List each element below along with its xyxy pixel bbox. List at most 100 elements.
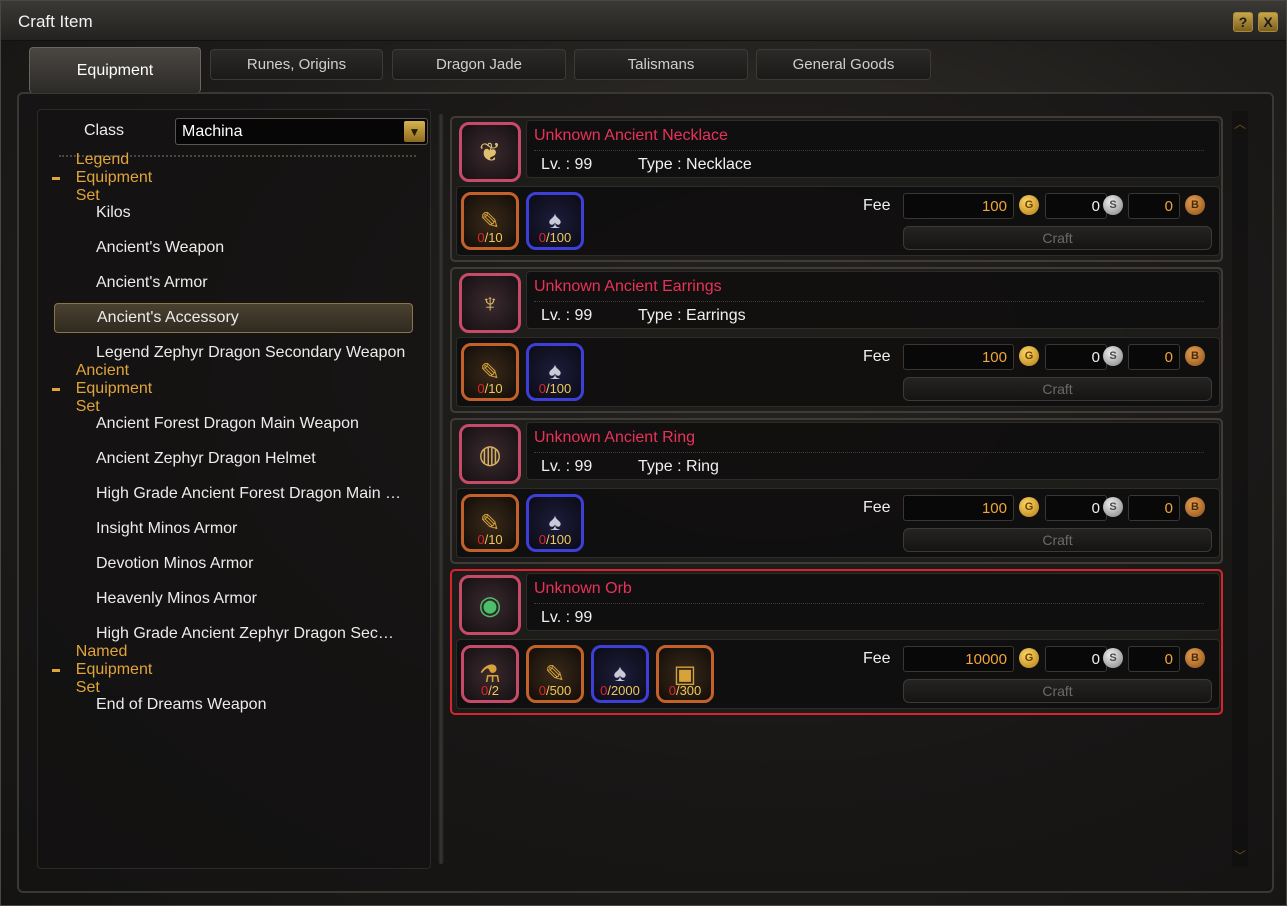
help-icon[interactable]: ? bbox=[1233, 12, 1253, 32]
scroll-down-icon[interactable]: ﹀ bbox=[1232, 847, 1248, 863]
bronze-fee-value: 0 bbox=[1128, 344, 1180, 370]
gold-coin-icon: G bbox=[1019, 648, 1039, 668]
recipe-info: Unknown Orb Lv. : 99 bbox=[526, 573, 1220, 631]
craft-button[interactable]: Craft bbox=[903, 226, 1212, 250]
tab-equipment[interactable]: Equipment bbox=[29, 47, 201, 93]
tree-item[interactable]: High Grade Ancient Forest Dragon Main … bbox=[54, 479, 413, 509]
tab-runes-origins[interactable]: Runes, Origins bbox=[210, 49, 383, 80]
tree-category-named[interactable]: Named Equipment Set bbox=[52, 643, 159, 696]
material-slot[interactable]: ♠ 0/100 bbox=[526, 494, 584, 552]
earrings-icon[interactable]: ♆ bbox=[459, 273, 521, 333]
silver-fee-value: 0 bbox=[1045, 495, 1107, 521]
bronze-coin-icon: B bbox=[1185, 497, 1205, 517]
recipe-materials: ✎ 0/10 ♠ 0/100 Fee 100 G 0 S 0 B Craft bbox=[456, 337, 1220, 407]
info-divider bbox=[534, 603, 1204, 604]
recipe-name: Unknown Ancient Earrings bbox=[534, 278, 722, 295]
tree-item[interactable]: Devotion Minos Armor bbox=[54, 549, 413, 579]
silver-coin-icon: S bbox=[1103, 648, 1123, 668]
silver-fee-value: 0 bbox=[1045, 344, 1107, 370]
material-slot[interactable]: ✎ 0/10 bbox=[461, 192, 519, 250]
tree-item-selected[interactable]: Ancient's Accessory bbox=[54, 303, 413, 333]
material-quantity: 0/2000 bbox=[600, 683, 640, 698]
recipe-name: Unknown Ancient Ring bbox=[534, 429, 695, 446]
bronze-coin-icon: B bbox=[1185, 648, 1205, 668]
bronze-fee-value: 0 bbox=[1128, 193, 1180, 219]
material-quantity: 0/100 bbox=[538, 381, 572, 396]
recipe-level: Lv. : 99 bbox=[541, 458, 593, 475]
material-quantity: 0/10 bbox=[477, 230, 503, 245]
craft-button[interactable]: Craft bbox=[903, 679, 1212, 703]
scroll-up-icon[interactable]: ︿ bbox=[1232, 115, 1248, 131]
info-divider bbox=[534, 150, 1204, 151]
material-slot[interactable]: ✎ 0/10 bbox=[461, 494, 519, 552]
recipe-info: Unknown Ancient Ring Lv. : 99 Type : Rin… bbox=[526, 422, 1220, 480]
recipe-scrollbar[interactable] bbox=[1232, 111, 1248, 867]
info-divider bbox=[534, 452, 1204, 453]
material-slot[interactable]: ♠ 0/100 bbox=[526, 192, 584, 250]
collapse-icon[interactable] bbox=[52, 387, 60, 391]
recipe-level: Lv. : 99 bbox=[541, 609, 593, 626]
gold-coin-icon: G bbox=[1019, 497, 1039, 517]
material-slot[interactable]: ⚗ 0/2 bbox=[461, 645, 519, 703]
tree-item[interactable]: Ancient Forest Dragon Main Weapon bbox=[54, 409, 413, 439]
ring-icon[interactable]: ◍ bbox=[459, 424, 521, 484]
craft-button[interactable]: Craft bbox=[903, 377, 1212, 401]
tree-category-legend[interactable]: Legend Equipment Set bbox=[52, 151, 159, 204]
pane-splitter[interactable] bbox=[438, 114, 444, 864]
tree-item[interactable]: Insight Minos Armor bbox=[54, 514, 413, 544]
tab-dragon-jade[interactable]: Dragon Jade bbox=[392, 49, 566, 80]
class-select[interactable]: Machina ▼ bbox=[175, 118, 428, 145]
class-label: Class bbox=[84, 122, 125, 139]
tree-item[interactable]: Ancient's Armor bbox=[54, 268, 413, 298]
recipe-type: Type : Earrings bbox=[638, 307, 746, 324]
material-quantity: 0/10 bbox=[477, 532, 503, 547]
close-icon[interactable]: X bbox=[1258, 12, 1278, 32]
orb-icon[interactable]: ◉ bbox=[459, 575, 521, 635]
recipe-level: Lv. : 99 bbox=[541, 156, 593, 173]
bronze-coin-icon: B bbox=[1185, 195, 1205, 215]
material-quantity: 0/2 bbox=[480, 683, 500, 698]
recipe-type: Type : Ring bbox=[638, 458, 719, 475]
recipe-card[interactable]: ❦ Unknown Ancient Necklace Lv. : 99 Type… bbox=[450, 116, 1223, 262]
collapse-icon[interactable] bbox=[52, 176, 60, 180]
recipe-card[interactable]: ◉ Unknown Orb Lv. : 99 ⚗ 0/2 ✎ 0/500 ♠ 0… bbox=[450, 569, 1223, 715]
tree-item[interactable]: Ancient Zephyr Dragon Helmet bbox=[54, 444, 413, 474]
fee-label: Fee bbox=[863, 499, 891, 516]
bronze-coin-icon: B bbox=[1185, 346, 1205, 366]
material-quantity: 0/10 bbox=[477, 381, 503, 396]
recipe-name: Unknown Ancient Necklace bbox=[534, 127, 728, 144]
info-divider bbox=[534, 301, 1204, 302]
gold-coin-icon: G bbox=[1019, 195, 1039, 215]
material-slot[interactable]: ♠ 0/100 bbox=[526, 343, 584, 401]
tree-category-ancient[interactable]: Ancient Equipment Set bbox=[52, 362, 160, 415]
tab-general-goods[interactable]: General Goods bbox=[756, 49, 931, 80]
recipe-materials: ⚗ 0/2 ✎ 0/500 ♠ 0/2000 ▣ 0/300 Fee 10000… bbox=[456, 639, 1220, 709]
gold-fee-value: 100 bbox=[903, 344, 1014, 370]
class-select-value: Machina bbox=[182, 123, 243, 140]
material-slot[interactable]: ▣ 0/300 bbox=[656, 645, 714, 703]
bronze-fee-value: 0 bbox=[1128, 646, 1180, 672]
material-slot[interactable]: ✎ 0/10 bbox=[461, 343, 519, 401]
tab-talismans[interactable]: Talismans bbox=[574, 49, 748, 80]
gold-fee-value: 100 bbox=[903, 193, 1014, 219]
recipe-type: Type : Necklace bbox=[638, 156, 752, 173]
craft-button[interactable]: Craft bbox=[903, 528, 1212, 552]
recipe-info: Unknown Ancient Earrings Lv. : 99 Type :… bbox=[526, 271, 1220, 329]
collapse-icon[interactable] bbox=[52, 668, 60, 672]
title-bar[interactable]: Craft Item ? X bbox=[1, 1, 1286, 41]
recipe-card[interactable]: ♆ Unknown Ancient Earrings Lv. : 99 Type… bbox=[450, 267, 1223, 413]
tree-item[interactable]: Heavenly Minos Armor bbox=[54, 584, 413, 614]
material-slot[interactable]: ♠ 0/2000 bbox=[591, 645, 649, 703]
tree-item[interactable]: Ancient's Weapon bbox=[54, 233, 413, 263]
craft-item-window: Craft Item ? X Equipment Runes, Origins … bbox=[0, 0, 1287, 906]
tree-item[interactable]: Kilos bbox=[54, 198, 413, 228]
gold-fee-value: 10000 bbox=[903, 646, 1014, 672]
tree-item[interactable]: End of Dreams Weapon bbox=[54, 690, 413, 720]
silver-coin-icon: S bbox=[1103, 346, 1123, 366]
silver-coin-icon: S bbox=[1103, 497, 1123, 517]
chevron-down-icon[interactable]: ▼ bbox=[404, 121, 425, 142]
recipe-card[interactable]: ◍ Unknown Ancient Ring Lv. : 99 Type : R… bbox=[450, 418, 1223, 564]
material-quantity: 0/500 bbox=[538, 683, 572, 698]
necklace-icon[interactable]: ❦ bbox=[459, 122, 521, 182]
material-slot[interactable]: ✎ 0/500 bbox=[526, 645, 584, 703]
